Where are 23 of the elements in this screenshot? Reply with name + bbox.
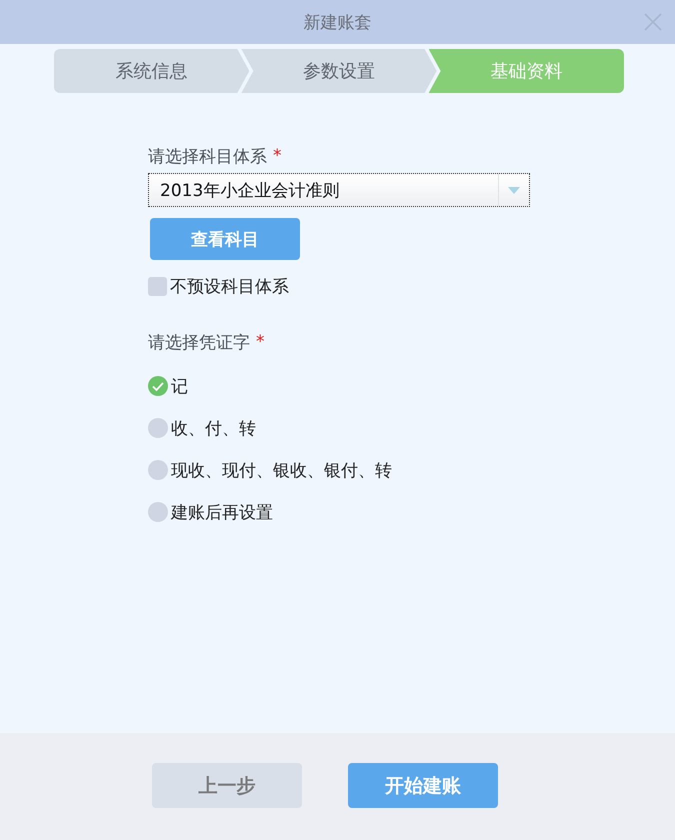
radio-label[interactable]: 收、付、转	[171, 416, 256, 440]
radio-label[interactable]: 记	[171, 374, 188, 398]
account-system-dropdown[interactable]: 2013年小企业会计准则	[148, 173, 530, 207]
window-title: 新建账套	[304, 12, 372, 34]
checkbox-label: 不预设科目体系	[170, 276, 289, 298]
radio-button[interactable]	[148, 502, 168, 522]
back-button[interactable]: 上一步	[152, 763, 302, 808]
checkbox[interactable]	[148, 276, 167, 296]
dropdown-arrow-icon	[508, 186, 520, 194]
step-tab[interactable]: 参数设置	[241, 49, 437, 93]
view-accounts-button[interactable]: 查看科目	[150, 218, 300, 260]
step-tab[interactable]: 系统信息	[54, 49, 250, 93]
field-label: 请选择凭证字	[148, 332, 250, 354]
radio-label[interactable]: 建账后再设置	[171, 500, 273, 524]
radio-button[interactable]	[148, 376, 168, 396]
field-label: 请选择科目体系	[148, 146, 267, 168]
required-mark: *	[273, 146, 282, 166]
radio-button[interactable]	[148, 418, 168, 438]
close-icon[interactable]	[644, 13, 662, 31]
start-button[interactable]: 开始建账	[348, 763, 498, 808]
required-mark: *	[256, 332, 264, 352]
radio-label[interactable]: 现收、现付、银收、银付、转	[171, 458, 392, 482]
radio-button[interactable]	[148, 460, 168, 480]
